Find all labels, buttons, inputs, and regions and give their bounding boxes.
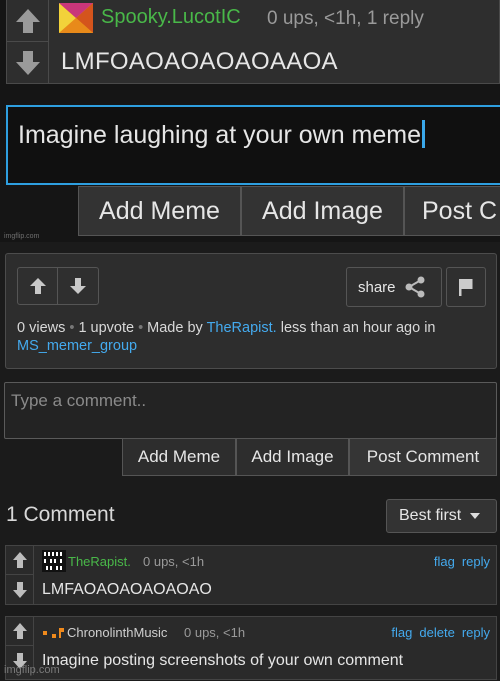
screenshot-post-comment-button: Post C	[404, 186, 500, 236]
screenshot-comment-meta: 0 ups, <1h, 1 reply	[267, 8, 424, 29]
stream-link[interactable]: MS_memer_group	[17, 338, 137, 354]
avatar-icon	[42, 624, 68, 640]
sort-dropdown[interactable]: Best first	[386, 499, 497, 533]
comment-item: ChronolinthMusic 0 ups, <1h flag delete re…	[5, 616, 497, 680]
comment-downvote-button[interactable]	[6, 575, 33, 604]
made-by-label: Made by	[147, 320, 203, 336]
meme-stats: 0 views • 1 upvote • Made by TheRapist. less…	[17, 320, 436, 354]
screenshot-add-meme-button: Add Meme	[78, 186, 241, 236]
upvote-count: 1 upvote	[78, 320, 135, 336]
screenshot-reply-input: Imagine laughing at your own meme	[6, 105, 500, 185]
comment-meta: 0 ups, <1h	[184, 625, 246, 640]
comment-meta: 0 ups, <1h	[143, 554, 205, 569]
comment-vote-column	[6, 546, 34, 604]
screenshot-reply-value: Imagine laughing at your own meme	[18, 120, 426, 150]
reply-link[interactable]: reply	[462, 554, 490, 569]
downvote-arrow-icon	[70, 278, 86, 294]
share-icon	[405, 276, 425, 298]
caret-down-icon	[470, 513, 481, 519]
add-image-button[interactable]: Add Image	[236, 438, 349, 476]
meme-vote-buttons	[17, 267, 99, 305]
upvote-arrow-icon	[7, 0, 49, 42]
screenshot-comment: Spooky.LucotIC 0 ups, <1h, 1 reply LMFOA…	[6, 0, 500, 84]
comment-upvote-button[interactable]	[6, 617, 33, 646]
comment-actions: flag reply	[427, 554, 490, 569]
downvote-arrow-icon	[12, 581, 27, 598]
comment-actions: flag delete reply	[384, 625, 490, 640]
screenshot-username: Spooky.LucotIC	[101, 6, 241, 28]
comment-username[interactable]: ChronolinthMusic	[67, 625, 167, 640]
comment-placeholder: Type a comment..	[11, 391, 147, 410]
screenshot-vote-column	[7, 0, 49, 84]
post-comment-button[interactable]: Post Comment	[349, 438, 497, 476]
avatar-icon	[59, 3, 93, 33]
upvote-arrow-icon	[12, 623, 27, 639]
comment-upvote-button[interactable]	[6, 546, 33, 575]
downvote-button[interactable]	[58, 268, 98, 304]
sort-label: Best first	[399, 507, 462, 524]
embedded-screenshot: Spooky.LucotIC 0 ups, <1h, 1 reply LMFOA…	[0, 0, 500, 242]
upvote-arrow-icon	[12, 552, 27, 568]
comment-count: 1 Comment	[6, 503, 115, 526]
delete-link[interactable]: delete	[419, 625, 454, 640]
screenshot-reply-buttons: Add Meme Add Image Post C	[78, 186, 500, 236]
share-label: share	[358, 278, 396, 296]
comment-buttons: Add Meme Add Image Post Comment	[122, 438, 497, 476]
screenshot-watermark: imgflip.com	[4, 233, 40, 240]
flag-button[interactable]	[446, 267, 486, 307]
comment-username[interactable]: TheRapist.	[68, 554, 131, 569]
post-time: less than an hour ago in	[280, 320, 436, 336]
meme-footer-panel: share 0 views • 1 upvote • Made by TheRapist…	[5, 253, 497, 369]
author-link[interactable]: TheRapist.	[207, 320, 277, 336]
flag-link[interactable]: flag	[391, 625, 412, 640]
upvote-button[interactable]	[18, 268, 58, 304]
comment-text: Imagine posting screenshots of your own …	[42, 652, 404, 669]
upvote-arrow-icon	[29, 278, 46, 294]
screenshot-add-image-button: Add Image	[241, 186, 404, 236]
comment-text: LMFAOAOAOAOAOAO	[42, 581, 212, 598]
watermark: imgflip.com	[4, 664, 60, 676]
reply-link[interactable]: reply	[462, 625, 490, 640]
add-meme-button[interactable]: Add Meme	[122, 438, 236, 476]
comment-input[interactable]: Type a comment..	[4, 382, 497, 439]
share-button[interactable]: share	[346, 267, 442, 307]
flag-link[interactable]: flag	[434, 554, 455, 569]
screenshot-comment-text: LMFOAOAOAOAOAAOA	[61, 48, 338, 75]
views-count: 0 views	[17, 320, 66, 336]
avatar-icon	[42, 550, 66, 572]
text-caret	[422, 120, 426, 148]
downvote-arrow-icon	[7, 42, 49, 84]
comment-item: TheRapist. 0 ups, <1h flag reply LMFAOAOA…	[5, 545, 497, 605]
flag-icon	[459, 279, 473, 296]
